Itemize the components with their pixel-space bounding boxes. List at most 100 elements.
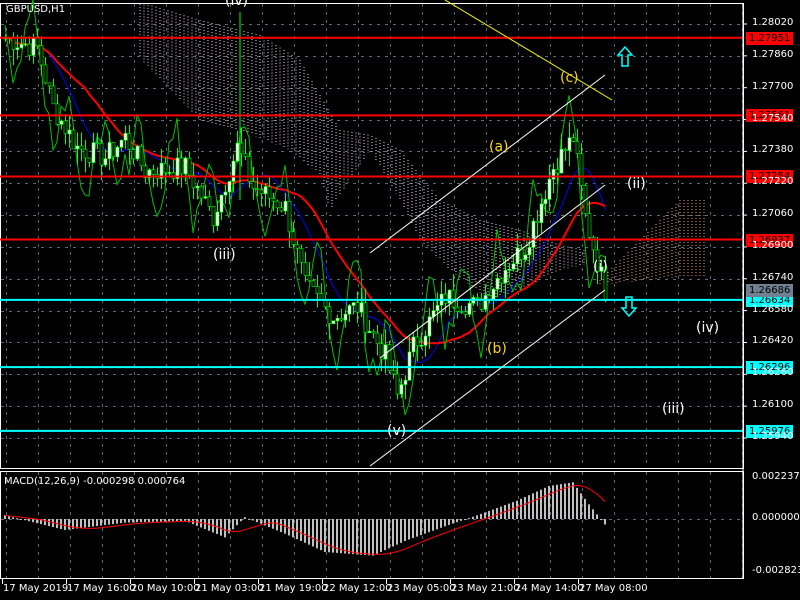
candle-body — [235, 142, 240, 162]
candle — [303, 252, 308, 282]
candle-body — [575, 141, 580, 155]
candle — [539, 198, 544, 234]
candle — [331, 320, 336, 325]
price-chart[interactable] — [0, 0, 800, 600]
macd-bar — [184, 519, 186, 521]
macd-bar — [180, 519, 182, 521]
candle-body — [279, 207, 284, 212]
price-axis-label: 1.26260 — [752, 367, 794, 379]
candle-body — [463, 311, 468, 315]
macd-bar — [448, 519, 450, 525]
candle-body — [127, 133, 132, 150]
macd-bar — [400, 519, 402, 543]
wave-label: (iii) — [213, 247, 236, 263]
macd-bar — [16, 518, 18, 520]
macd-bar — [364, 519, 366, 556]
candle-body — [207, 196, 212, 207]
candle — [335, 314, 340, 330]
candle-body — [567, 137, 572, 151]
candle-body — [403, 379, 408, 385]
candle-body — [367, 331, 372, 333]
candle — [407, 336, 412, 381]
macd-bar — [592, 509, 594, 519]
macd-bar — [372, 519, 374, 556]
candle — [207, 190, 212, 211]
macd-bar — [244, 517, 246, 519]
green-indicator-line — [4, 0, 606, 416]
candle — [83, 140, 88, 173]
wave-label: (v) — [387, 423, 407, 439]
candle-body — [311, 280, 316, 287]
macd-bar — [224, 519, 226, 538]
candle-body — [543, 199, 548, 205]
candle-body — [571, 137, 576, 142]
candle-body — [559, 148, 564, 174]
candle — [219, 194, 224, 220]
macd-bar — [428, 519, 430, 533]
macd-bar — [232, 519, 234, 530]
candle-body — [11, 37, 16, 50]
macd-bar — [496, 508, 498, 519]
candle-body — [79, 145, 84, 150]
macd-bar — [324, 519, 326, 552]
red-ma-line — [4, 36, 606, 345]
macd-bar — [408, 519, 410, 540]
candle-body — [459, 311, 464, 313]
macd-bar — [452, 519, 454, 524]
grid — [1, 4, 743, 578]
candle-body — [23, 43, 28, 46]
macd-bar — [64, 519, 66, 530]
candle — [123, 125, 128, 149]
candle-body — [323, 300, 328, 308]
candle — [215, 200, 220, 231]
candle-body — [115, 147, 120, 158]
macd-bar — [168, 519, 170, 522]
yellow-trendline — [444, 0, 613, 101]
macd-bar — [236, 519, 238, 526]
time-axis-label: 22 May 12:00 — [323, 583, 392, 594]
candle — [375, 324, 380, 356]
macd-bar — [556, 484, 558, 519]
candle — [535, 209, 540, 237]
candle-body — [55, 103, 60, 125]
time-axis-label: 20 May 10:00 — [131, 583, 200, 594]
macd-bar — [68, 519, 70, 530]
candle — [347, 304, 352, 323]
candle-body — [451, 289, 456, 308]
macd-bar — [480, 513, 482, 519]
candle — [547, 164, 552, 211]
candle — [527, 237, 532, 266]
candle-body — [263, 186, 268, 194]
candle — [63, 114, 68, 145]
candle-body — [371, 331, 376, 334]
candle — [259, 183, 264, 207]
candle — [315, 274, 320, 308]
time-axis-label: 27 May 08:00 — [579, 583, 648, 594]
candle-body — [271, 198, 276, 202]
candle — [139, 143, 144, 172]
candle-body — [195, 185, 200, 189]
candle-body — [443, 293, 448, 304]
candle — [431, 301, 436, 322]
candle — [387, 341, 392, 374]
candle-body — [399, 384, 404, 395]
candle-body — [95, 142, 100, 144]
macd-bar — [20, 519, 22, 520]
candle — [283, 193, 288, 215]
candle — [307, 262, 312, 283]
time-axis-label: 21 May 03:00 — [195, 583, 264, 594]
macd-bar — [88, 519, 90, 528]
candle-body — [27, 43, 32, 56]
macd-axis-label: -0.002823 — [752, 565, 800, 576]
macd-axis-label: 0.000000 — [752, 512, 800, 523]
candle — [135, 144, 140, 162]
candle-body — [87, 157, 92, 163]
macd-bar — [528, 495, 530, 519]
candle-body — [227, 181, 232, 193]
macd-bar — [544, 487, 546, 519]
macd-bar — [508, 503, 510, 519]
candle — [235, 130, 240, 163]
candle — [423, 330, 428, 357]
macd-bar — [388, 519, 390, 549]
candle — [367, 320, 372, 333]
